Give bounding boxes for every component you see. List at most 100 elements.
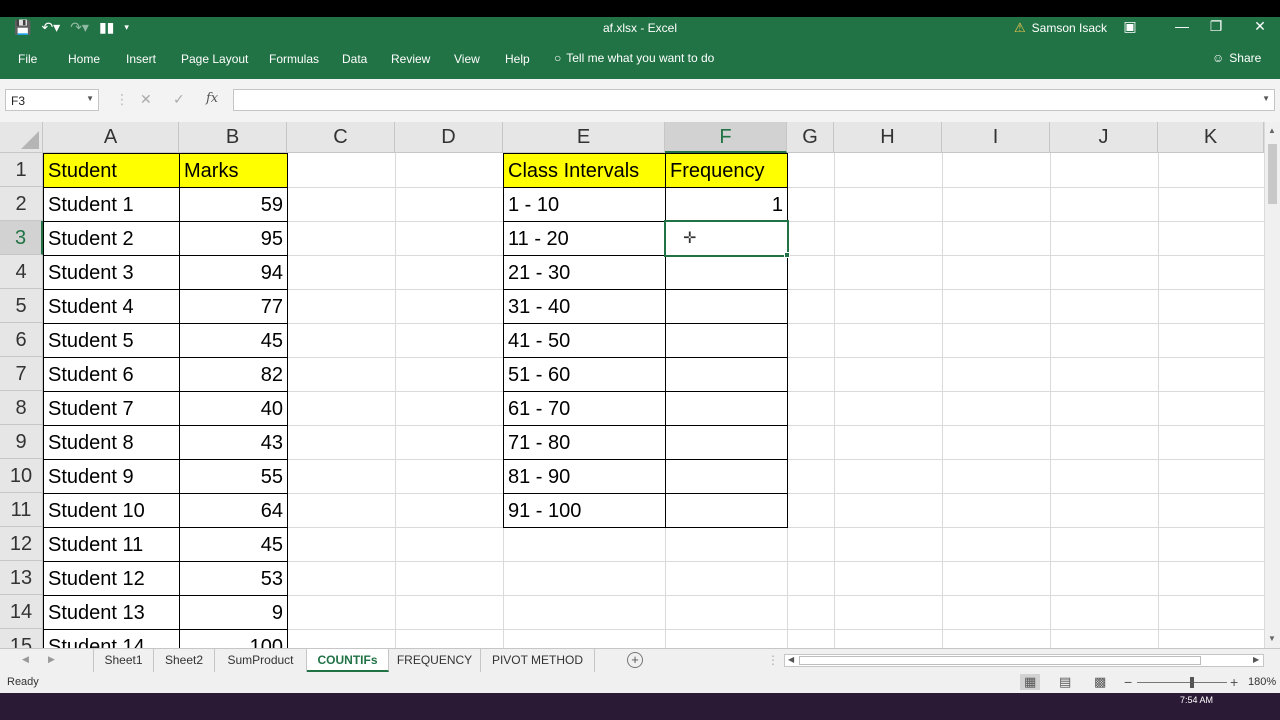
sheet-tab-sumproduct[interactable]: SumProduct <box>215 649 307 672</box>
row-header-3[interactable]: 3 <box>0 221 43 255</box>
cancel-icon[interactable]: ✕ <box>140 91 152 108</box>
share-button[interactable]: ☺ Share <box>1212 51 1261 65</box>
cell-f7[interactable] <box>665 357 788 392</box>
cell-f4[interactable] <box>665 255 788 290</box>
tell-me-box[interactable]: ○ Tell me what you want to do <box>554 51 714 65</box>
tab-home[interactable]: Home <box>68 52 100 66</box>
cell-e5[interactable]: 31 - 40 <box>503 289 666 324</box>
tab-view[interactable]: View <box>454 52 480 66</box>
cell-e11[interactable]: 91 - 100 <box>503 493 666 528</box>
expand-formula-icon[interactable]: ▼ <box>1262 94 1270 103</box>
column-header-c[interactable]: C <box>287 122 395 153</box>
cell-a14[interactable]: Student 13 <box>43 595 180 630</box>
prev-sheet-icon[interactable]: ◀ <box>22 654 29 665</box>
row-header-9[interactable]: 9 <box>0 425 43 459</box>
cell-e6[interactable]: 41 - 50 <box>503 323 666 358</box>
cell-e7[interactable]: 51 - 60 <box>503 357 666 392</box>
cell-e4[interactable]: 21 - 30 <box>503 255 666 290</box>
zoom-out-icon[interactable]: − <box>1124 674 1132 690</box>
tab-data[interactable]: Data <box>342 52 367 66</box>
cell-b3[interactable]: 95 <box>179 221 288 256</box>
cell-f8[interactable] <box>665 391 788 426</box>
cell-b5[interactable]: 77 <box>179 289 288 324</box>
select-all-corner[interactable] <box>0 122 43 153</box>
row-header-7[interactable]: 7 <box>0 357 43 391</box>
row-header-15[interactable]: 15 <box>0 629 43 648</box>
enter-icon[interactable]: ✓ <box>173 91 185 108</box>
cell-f5[interactable] <box>665 289 788 324</box>
page-layout-view-icon[interactable]: ▤ <box>1059 674 1071 690</box>
column-header-j[interactable]: J <box>1050 122 1158 153</box>
vertical-scrollbar[interactable]: ▲ ▼ <box>1264 122 1280 648</box>
cell-f1[interactable]: Frequency <box>665 153 788 188</box>
worksheet-grid[interactable]: A B C D E F G H I J K 1 2 3 4 5 6 7 8 9 … <box>0 122 1264 648</box>
row-header-5[interactable]: 5 <box>0 289 43 323</box>
tab-file[interactable]: File <box>18 52 37 66</box>
cell-a8[interactable]: Student 7 <box>43 391 180 426</box>
cell-e10[interactable]: 81 - 90 <box>503 459 666 494</box>
cell-b8[interactable]: 40 <box>179 391 288 426</box>
row-header-2[interactable]: 2 <box>0 187 43 221</box>
cell-e1[interactable]: Class Intervals <box>503 153 666 188</box>
tab-page-layout[interactable]: Page Layout <box>181 52 248 66</box>
cell-e2[interactable]: 1 - 10 <box>503 187 666 222</box>
row-header-10[interactable]: 10 <box>0 459 43 493</box>
cell-a6[interactable]: Student 5 <box>43 323 180 358</box>
cell-a7[interactable]: Student 6 <box>43 357 180 392</box>
column-header-k[interactable]: K <box>1158 122 1264 153</box>
horizontal-scroll-thumb[interactable] <box>799 656 1201 665</box>
row-header-14[interactable]: 14 <box>0 595 43 629</box>
cell-a12[interactable]: Student 11 <box>43 527 180 562</box>
cell-b15[interactable]: 100 <box>179 629 288 648</box>
cell-f10[interactable] <box>665 459 788 494</box>
cell-b4[interactable]: 94 <box>179 255 288 290</box>
tab-review[interactable]: Review <box>391 52 430 66</box>
cell-a9[interactable]: Student 8 <box>43 425 180 460</box>
cell-a13[interactable]: Student 12 <box>43 561 180 596</box>
tab-help[interactable]: Help <box>505 52 530 66</box>
sheet-tab-sheet2[interactable]: Sheet2 <box>154 649 215 672</box>
ribbon-display-options-icon[interactable]: ▣ <box>1120 18 1140 35</box>
cell-b14[interactable]: 9 <box>179 595 288 630</box>
cell-b2[interactable]: 59 <box>179 187 288 222</box>
add-sheet-icon[interactable]: + <box>627 652 643 668</box>
cell-e3[interactable]: 11 - 20 <box>503 221 666 256</box>
row-header-1[interactable]: 1 <box>0 153 43 187</box>
page-break-view-icon[interactable]: ▩ <box>1094 674 1106 690</box>
cell-f2[interactable]: 1 <box>665 187 788 222</box>
scroll-left-icon[interactable]: ◀ <box>788 655 794 664</box>
row-header-4[interactable]: 4 <box>0 255 43 289</box>
minimize-icon[interactable]: — <box>1172 18 1192 34</box>
user-account[interactable]: ⚠ Samson Isack <box>1014 20 1107 36</box>
row-header-6[interactable]: 6 <box>0 323 43 357</box>
cell-a3[interactable]: Student 2 <box>43 221 180 256</box>
cell-f11[interactable] <box>665 493 788 528</box>
normal-view-icon[interactable]: ▦ <box>1020 674 1041 690</box>
splitter-dots-icon[interactable]: ⋮ <box>767 653 779 667</box>
cell-a10[interactable]: Student 9 <box>43 459 180 494</box>
column-header-h[interactable]: H <box>834 122 942 153</box>
cell-b1[interactable]: Marks <box>179 153 288 188</box>
cell-b9[interactable]: 43 <box>179 425 288 460</box>
cell-b6[interactable]: 45 <box>179 323 288 358</box>
close-icon[interactable]: ✕ <box>1250 18 1270 35</box>
column-header-g[interactable]: G <box>787 122 834 153</box>
cell-b12[interactable]: 45 <box>179 527 288 562</box>
cell-a2[interactable]: Student 1 <box>43 187 180 222</box>
vertical-scroll-thumb[interactable] <box>1268 144 1277 204</box>
fill-handle[interactable] <box>784 252 790 258</box>
zoom-in-icon[interactable]: + <box>1230 674 1238 690</box>
column-header-a[interactable]: A <box>43 122 179 153</box>
insert-function-icon[interactable]: fx <box>206 91 218 106</box>
cell-f6[interactable] <box>665 323 788 358</box>
tab-insert[interactable]: Insert <box>126 52 156 66</box>
tab-formulas[interactable]: Formulas <box>269 52 319 66</box>
sheet-tab-countifs[interactable]: COUNTIFs <box>307 649 389 672</box>
zoom-slider-track[interactable] <box>1137 682 1227 683</box>
column-header-b[interactable]: B <box>179 122 287 153</box>
row-header-13[interactable]: 13 <box>0 561 43 595</box>
zoom-slider-thumb[interactable] <box>1190 677 1194 688</box>
scroll-right-icon[interactable]: ▶ <box>1253 655 1259 664</box>
cell-e9[interactable]: 71 - 80 <box>503 425 666 460</box>
column-header-e[interactable]: E <box>503 122 665 153</box>
